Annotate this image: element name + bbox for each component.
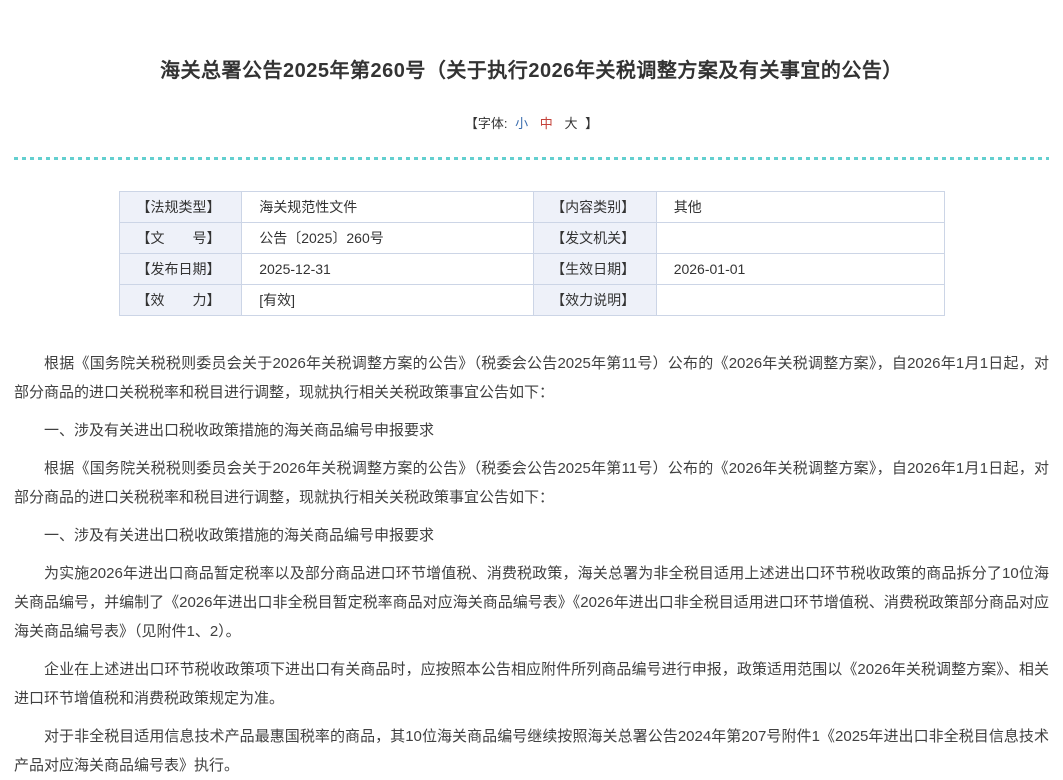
meta-value-effective-date: 2026-01-01 <box>656 254 944 285</box>
font-size-selector: 【字体: 小 中 大 】 <box>0 113 1063 132</box>
meta-label-content-category: 【内容类别】 <box>534 192 657 223</box>
font-size-large-button[interactable]: 大 <box>564 116 577 131</box>
section-heading: 一、涉及有关进出口税收政策措施的海关商品编号申报要求 <box>14 416 1049 445</box>
table-row: 【发布日期】 2025-12-31 【生效日期】 2026-01-01 <box>119 254 944 285</box>
meta-value-content-category: 其他 <box>656 192 944 223</box>
meta-label-validity-note: 【效力说明】 <box>534 285 657 316</box>
body-paragraph: 对于非全税目适用信息技术产品最惠国税率的商品，其10位海关商品编号继续按照海关总… <box>14 722 1049 780</box>
meta-value-validity-note <box>656 285 944 316</box>
table-row: 【文 号】 公告〔2025〕260号 【发文机关】 <box>119 223 944 254</box>
meta-label-validity: 【效 力】 <box>119 285 242 316</box>
dotted-divider <box>14 157 1049 160</box>
meta-label-regulation-type: 【法规类型】 <box>119 192 242 223</box>
font-size-medium-button[interactable]: 中 <box>540 116 553 131</box>
meta-value-publish-date: 2025-12-31 <box>242 254 534 285</box>
meta-value-document-number: 公告〔2025〕260号 <box>242 223 534 254</box>
meta-label-issuing-agency: 【发文机关】 <box>534 223 657 254</box>
page-title: 海关总署公告2025年第260号（关于执行2026年关税调整方案及有关事宜的公告… <box>0 0 1063 83</box>
font-size-small-button[interactable]: 小 <box>515 116 528 131</box>
announcement-body: 根据《国务院关税税则委员会关于2026年关税调整方案的公告》（税委会公告2025… <box>14 349 1049 780</box>
meta-value-regulation-type: 海关规范性文件 <box>242 192 534 223</box>
meta-table: 【法规类型】 海关规范性文件 【内容类别】 其他 【文 号】 公告〔2025〕2… <box>119 191 945 316</box>
body-paragraph: 为实施2026年进出口商品暂定税率以及部分商品进口环节增值税、消费税政策，海关总… <box>14 559 1049 646</box>
meta-label-effective-date: 【生效日期】 <box>534 254 657 285</box>
font-selector-suffix: 】 <box>585 116 598 131</box>
meta-value-validity: [有效] <box>242 285 534 316</box>
body-paragraph: 企业在上述进出口环节税收政策项下进出口有关商品时，应按照本公告相应附件所列商品编… <box>14 655 1049 713</box>
table-row: 【效 力】 [有效] 【效力说明】 <box>119 285 944 316</box>
meta-label-document-number: 【文 号】 <box>119 223 242 254</box>
table-row: 【法规类型】 海关规范性文件 【内容类别】 其他 <box>119 192 944 223</box>
font-selector-prefix: 【字体: <box>465 116 508 131</box>
meta-value-issuing-agency <box>656 223 944 254</box>
body-paragraph: 根据《国务院关税税则委员会关于2026年关税调整方案的公告》（税委会公告2025… <box>14 349 1049 407</box>
body-paragraph: 根据《国务院关税税则委员会关于2026年关税调整方案的公告》（税委会公告2025… <box>14 454 1049 512</box>
section-heading: 一、涉及有关进出口税收政策措施的海关商品编号申报要求 <box>14 521 1049 550</box>
meta-label-publish-date: 【发布日期】 <box>119 254 242 285</box>
announcement-page: 海关总署公告2025年第260号（关于执行2026年关税调整方案及有关事宜的公告… <box>0 0 1063 748</box>
